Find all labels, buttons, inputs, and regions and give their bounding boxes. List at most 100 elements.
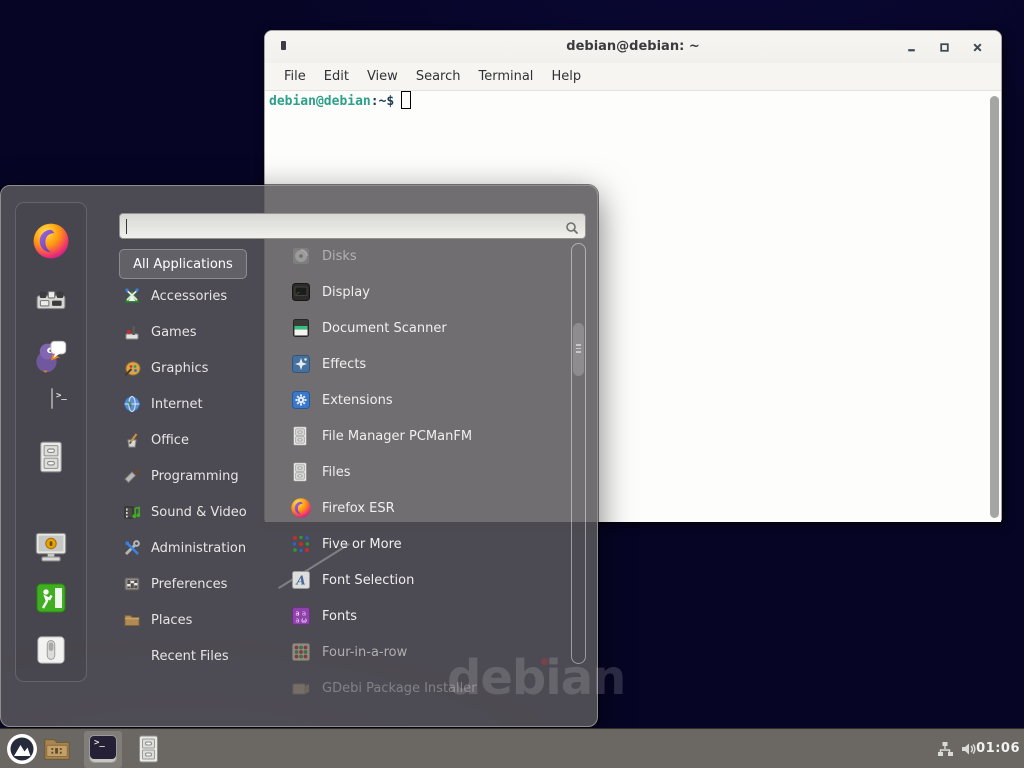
category-internet[interactable]: Internet [117,386,267,422]
file-cabinet-icon [291,462,311,482]
favorite-file-manager-icon[interactable] [37,441,65,477]
category-office[interactable]: Office [117,422,267,458]
category-label: Preferences [151,577,227,592]
office-icon [123,431,141,449]
category-graphics[interactable]: Graphics [117,350,267,386]
accessories-icon [123,287,141,305]
display-icon [291,282,311,302]
category-list: Accessories Games Graphics Internet Offi… [117,278,267,674]
taskbar-terminal[interactable] [89,735,117,763]
app-list-scrollbar[interactable] [571,243,586,664]
app-label: File Manager PCManFM [322,429,472,444]
terminal-menubar: File Edit View Search Terminal Help [265,63,1001,91]
menu-edit[interactable]: Edit [315,66,358,87]
menu-file[interactable]: File [275,66,315,87]
app-gdebi-package-installer[interactable]: GDebi Package Installer [265,670,567,706]
terminal-titlebar[interactable]: debian@debian: ~ [265,31,1001,63]
category-label: Administration [151,541,246,556]
four-in-a-row-icon [291,642,311,662]
app-extensions[interactable]: Extensions [265,382,567,418]
terminal-cursor [401,91,411,109]
application-menu: debian [0,185,598,727]
preferences-icon [123,575,141,593]
category-label: Accessories [151,289,227,304]
terminal-title: debian@debian: ~ [265,31,1001,63]
app-disks[interactable]: Disks [265,238,567,274]
category-label: Places [151,613,192,628]
category-accessories[interactable]: Accessories [117,278,267,314]
font-selection-icon: A [291,570,311,590]
app-effects[interactable]: Effects [265,346,567,382]
favorite-firefox-icon[interactable] [33,223,69,263]
category-label: Recent Files [151,649,229,664]
places-icon [123,611,141,629]
app-label: Files [322,465,351,480]
shutdown-icon[interactable] [36,635,66,669]
category-label: Graphics [151,361,208,376]
maximize-button[interactable] [939,42,950,53]
lock-screen-icon[interactable] [33,531,69,569]
favorite-keyboard-icon[interactable] [34,284,68,318]
taskbar-file-manager-folder[interactable] [42,735,72,767]
search-input[interactable] [120,214,585,238]
app-document-scanner[interactable]: Document Scanner [265,310,567,346]
firefox-icon [291,498,311,518]
app-files[interactable]: Files [265,454,567,490]
category-administration[interactable]: Administration [117,530,267,566]
minimize-button[interactable] [906,42,917,53]
search-icon [565,220,579,239]
app-font-selection[interactable]: A Font Selection [265,562,567,598]
menu-terminal[interactable]: Terminal [469,66,542,87]
category-label: Games [151,325,196,340]
taskbar: 01:06 [0,728,1024,768]
svg-text:ω: ω [301,617,307,625]
administration-icon [123,539,141,557]
app-label: Firefox ESR [322,501,395,516]
category-label: Programming [151,469,239,484]
favorite-pidgin-icon[interactable] [33,338,69,378]
file-cabinet-icon [291,426,311,446]
menu-view[interactable]: View [358,66,407,87]
app-fonts[interactable]: aaaω Fonts [265,598,567,634]
recent-files-spacer [123,647,141,665]
network-icon[interactable] [936,740,954,762]
app-firefox-esr[interactable]: Firefox ESR [265,490,567,526]
app-display[interactable]: Display [265,274,567,310]
programming-icon [123,467,141,485]
clock[interactable]: 01:06 [976,729,1020,768]
app-list-scrollbar-thumb[interactable] [573,323,584,376]
menu-help[interactable]: Help [542,66,590,87]
app-four-in-a-row[interactable]: Four-in-a-row [265,634,567,670]
disks-icon [291,246,311,266]
category-recent-files[interactable]: Recent Files [117,638,267,674]
taskbar-file-cabinet[interactable] [136,735,161,767]
category-programming[interactable]: Programming [117,458,267,494]
app-label: Effects [322,357,366,372]
terminal-scrollbar[interactable] [990,96,999,518]
app-file-manager-pcmanfm[interactable]: File Manager PCManFM [265,418,567,454]
app-label: GDebi Package Installer [322,681,477,696]
internet-icon [123,395,141,413]
effects-icon [291,354,311,374]
category-places[interactable]: Places [117,602,267,638]
app-label: Four-in-a-row [322,645,407,660]
favorites-panel [15,202,87,682]
category-preferences[interactable]: Preferences [117,566,267,602]
gdebi-icon [291,678,311,698]
menu-search[interactable]: Search [407,66,470,87]
category-games[interactable]: Games [117,314,267,350]
filter-all-applications[interactable]: All Applications [119,249,247,279]
category-sound-video[interactable]: Sound & Video [117,494,267,530]
sound-video-icon [123,503,141,521]
shell-prompt: debian@debian:~$ [269,94,411,109]
app-five-or-more[interactable]: Five or More [265,526,567,562]
svg-text:A: A [295,574,305,588]
close-button[interactable] [972,42,983,53]
log-out-icon[interactable] [35,582,67,618]
games-icon [123,323,141,341]
app-label: Document Scanner [322,321,447,336]
category-label: Office [151,433,189,448]
prompt-user: debian@debian [269,94,371,109]
menu-button[interactable] [6,733,38,768]
favorite-terminal-icon[interactable] [51,388,53,409]
